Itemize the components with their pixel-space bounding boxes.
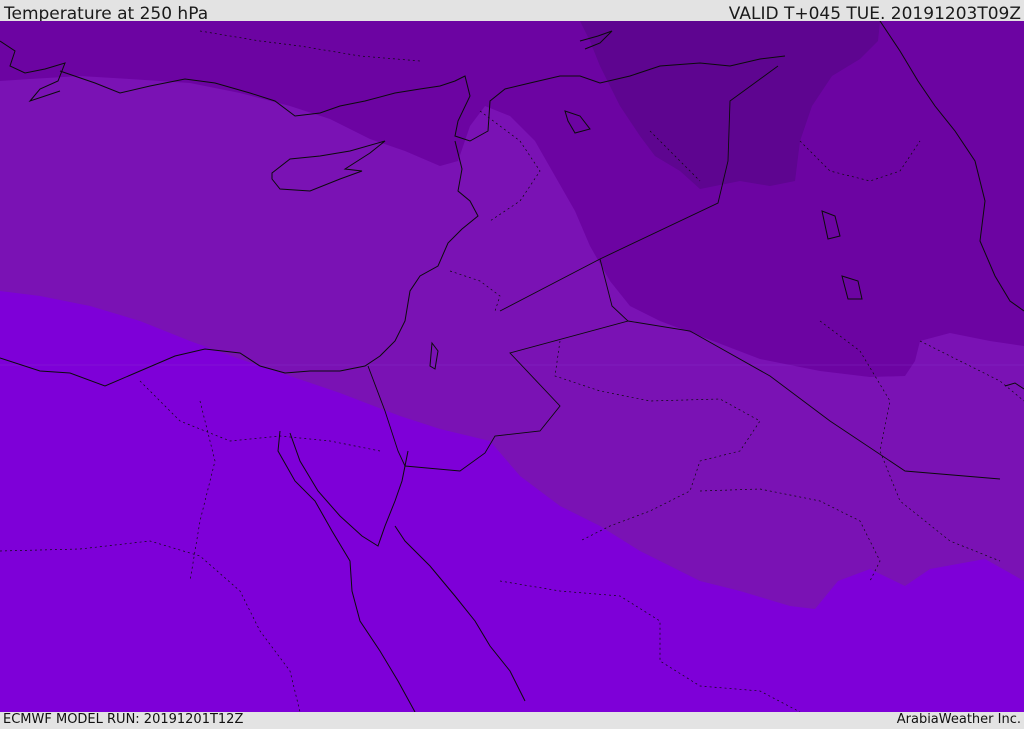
map-canvas	[0, 21, 1024, 712]
credit-label: ArabiaWeather Inc.	[896, 712, 1021, 727]
temperature-map[interactable]	[0, 21, 1024, 712]
model-run-label: ECMWF MODEL RUN: 20191201T12Z	[3, 712, 244, 727]
map-page: Temperature at 250 hPa VALID T+045 TUE. …	[0, 0, 1024, 729]
